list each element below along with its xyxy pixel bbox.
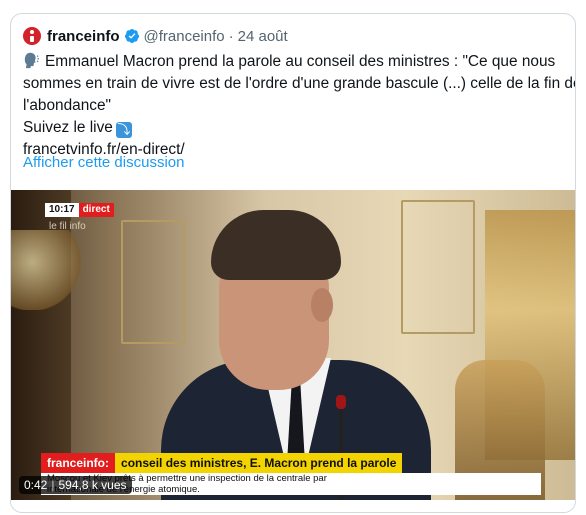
chip-separator: | (51, 478, 55, 492)
tweet-card[interactable]: franceinfo @franceinfo · 24 août Emmanue… (10, 13, 576, 513)
tweet-text-line-2: sommes en train de vivre est de l'ordre … (23, 75, 576, 92)
broadcast-time: 10:17 (45, 203, 79, 217)
tweet-text: Emmanuel Macron prend la parole au conse… (23, 51, 576, 161)
broadcast-time-badge: 10:17 direct (45, 203, 114, 217)
arrow-curve-down-icon: ⤵ (115, 122, 132, 138)
tweet-text-line-3: l'abondance" (23, 97, 111, 114)
franceinfo-logo-icon[interactable] (23, 27, 41, 45)
channel-watermark: le fil info (49, 221, 86, 232)
wall-panel (401, 200, 475, 334)
lower-third: franceinfo: conseil des ministres, E. Ma… (41, 453, 403, 473)
tweet-text-line-1: Emmanuel Macron prend la parole au conse… (45, 53, 556, 70)
video-duration: 0:42 (24, 478, 48, 492)
verified-badge-icon (124, 29, 139, 43)
show-thread-link[interactable]: Afficher cette discussion (23, 154, 184, 171)
author-name[interactable]: franceinfo (47, 28, 120, 45)
video-views: 594,8 k vues (58, 478, 127, 492)
tweet-date[interactable]: 24 août (238, 28, 288, 45)
lower-third-brand: franceinfo: (41, 453, 116, 473)
speaking-head-icon (24, 52, 40, 69)
tweet-footer-space (11, 500, 575, 512)
video-stats-chip: 0:42 | 594,8 k vues (19, 476, 132, 494)
wall-panel (121, 220, 185, 344)
lower-third-title: conseil des ministres, E. Macron prend l… (115, 453, 403, 473)
author-handle[interactable]: @franceinfo (144, 28, 225, 45)
video-chandelier (11, 230, 81, 310)
live-badge: direct (78, 203, 114, 217)
follow-live-text: Suivez le live (23, 119, 113, 136)
person-ear (311, 288, 333, 322)
tweet-header: franceinfo @franceinfo · 24 août (23, 26, 288, 46)
separator-dot: · (228, 27, 234, 45)
microphone-head (336, 395, 346, 409)
video-player[interactable]: 10:17 direct le fil info franceinfo: con… (11, 190, 575, 500)
